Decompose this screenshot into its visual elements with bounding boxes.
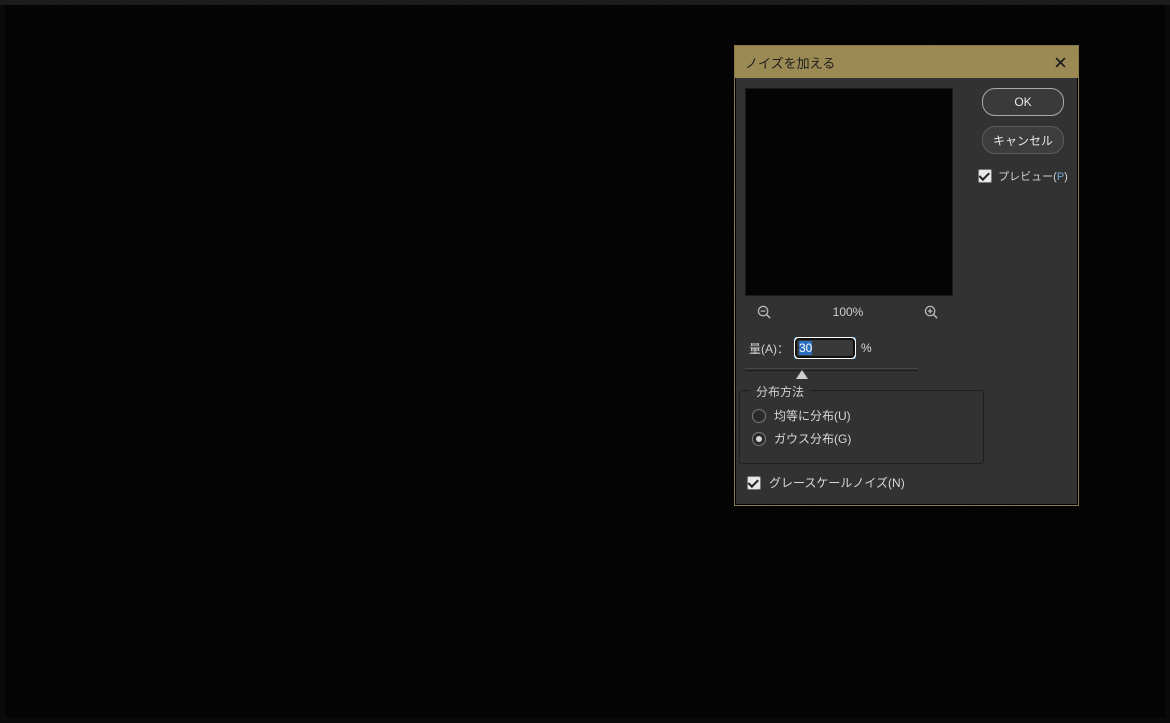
checkbox-icon	[747, 476, 761, 490]
cancel-button[interactable]: キャンセル	[982, 126, 1064, 154]
checkbox-icon	[978, 169, 992, 183]
zoom-percent: 100%	[833, 305, 864, 319]
radio-uniform-label: 均等に分布(U)	[774, 407, 851, 424]
ok-button[interactable]: OK	[982, 88, 1064, 116]
add-noise-dialog: ノイズを加える 100% 量(A)：	[734, 45, 1079, 506]
zoom-out-icon[interactable]	[755, 303, 773, 321]
radio-gaussian-label: ガウス分布(G)	[774, 430, 851, 447]
radio-icon	[752, 409, 766, 423]
dialog-titlebar[interactable]: ノイズを加える	[735, 46, 1078, 78]
monochrome-checkbox-row[interactable]: グレースケールノイズ(N)	[747, 474, 978, 491]
amount-label: 量(A)：	[749, 340, 789, 357]
amount-slider[interactable]	[745, 362, 918, 378]
preview-checkbox-row[interactable]: プレビュー(P)	[978, 168, 1068, 184]
amount-input[interactable]	[795, 338, 855, 358]
close-icon[interactable]	[1052, 54, 1068, 70]
zoom-in-icon[interactable]	[923, 303, 941, 321]
radio-icon	[752, 432, 766, 446]
distribution-group: 分布方法 均等に分布(U) ガウス分布(G)	[739, 390, 984, 464]
amount-unit: %	[861, 341, 872, 355]
dialog-title: ノイズを加える	[745, 53, 1052, 72]
preview-thumbnail[interactable]	[745, 88, 953, 296]
monochrome-label: グレースケールノイズ(N)	[769, 474, 905, 491]
distribution-group-label: 分布方法	[750, 383, 810, 400]
radio-uniform[interactable]: 均等に分布(U)	[752, 407, 971, 424]
slider-thumb-icon[interactable]	[796, 370, 808, 379]
radio-gaussian[interactable]: ガウス分布(G)	[752, 430, 971, 447]
